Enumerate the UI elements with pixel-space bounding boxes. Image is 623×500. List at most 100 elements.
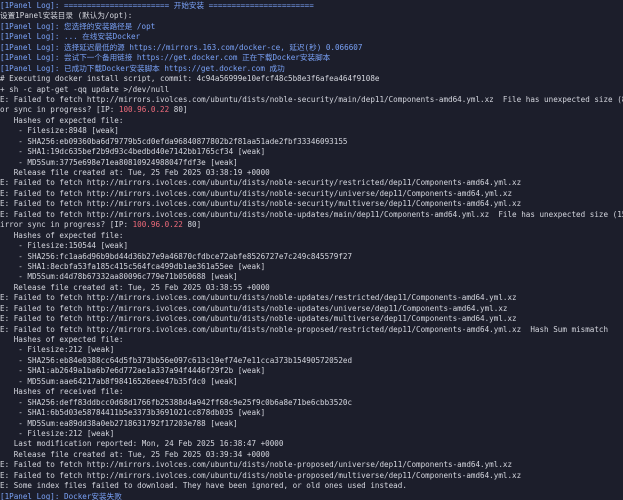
terminal-line: Release file created at: Tue, 25 Feb 202… bbox=[0, 168, 623, 178]
terminal-line: E: Failed to fetch http://mirrors.ivolce… bbox=[0, 199, 623, 209]
terminal-text: E: Failed to fetch http://mirrors.ivolce… bbox=[0, 94, 623, 104]
terminal-window[interactable]: [1Panel Log]: ======================= 开始… bbox=[0, 0, 623, 500]
terminal-text: - MD5Sum:3775e698e71ea80810924988047fdf3… bbox=[0, 157, 238, 167]
terminal-text: - Filesize:8948 [weak] bbox=[0, 126, 119, 136]
terminal-line: Hashes of received file: bbox=[0, 387, 623, 397]
terminal-text: - SHA1:ab2649a1ba6b7e6d772ae1a337a94f444… bbox=[0, 366, 266, 376]
terminal-text: E: Failed to fetch http://mirrors.ivolce… bbox=[0, 293, 517, 303]
terminal-line: - SHA256:fc1aa6d96b9bd44d36b27e9a46870cf… bbox=[0, 252, 623, 262]
terminal-text: E: Failed to fetch http://mirrors.ivolce… bbox=[0, 188, 513, 198]
terminal-line: [1Panel Log]: 尝试下一个备用链接 https://get.dock… bbox=[0, 53, 623, 63]
terminal-text: E: Failed to fetch http://mirrors.ivolce… bbox=[0, 178, 522, 188]
terminal-text: [1Panel Log]: 您选择的安装路径是 /opt bbox=[0, 21, 156, 31]
terminal-line: Last modification reported: Mon, 24 Feb … bbox=[0, 439, 623, 449]
terminal-line: - Filesize:212 [weak] bbox=[0, 345, 623, 355]
terminal-line: E: Failed to fetch http://mirrors.ivolce… bbox=[0, 95, 623, 105]
terminal-line: - SHA256:deff83ddbcc0d68d1766fb25388d4a9… bbox=[0, 398, 623, 408]
terminal-line: Hashes of expected file: bbox=[0, 335, 623, 345]
terminal-line: - MD5Sum:3775e698e71ea80810924988047fdf3… bbox=[0, 158, 623, 168]
terminal-text: - MD5Sum:ea89dd38a0eb2718631792f17203e78… bbox=[0, 418, 238, 428]
terminal-line: or sync in progress? [IP: 100.96.0.22 80… bbox=[0, 105, 623, 115]
terminal-line: Hashes of expected file: bbox=[0, 116, 623, 126]
terminal-text: 设置1Panel安装目录 (默认为/opt): bbox=[0, 11, 133, 21]
terminal-line: [1Panel Log]: Docker安装失败 bbox=[0, 492, 623, 500]
terminal-text: - SHA1:8ecbfa53fa185c415c564fca499db1ae3… bbox=[0, 261, 266, 271]
terminal-line: Hashes of expected file: bbox=[0, 231, 623, 241]
terminal-text: [1Panel Log]: ... 在线安装Docker bbox=[0, 32, 141, 42]
terminal-text: - SHA256:deff83ddbcc0d68d1766fb25388d4a9… bbox=[0, 397, 353, 407]
terminal-text: Release file created at: Tue, 25 Feb 202… bbox=[0, 282, 270, 292]
terminal-text: E: Failed to fetch http://mirrors.ivolce… bbox=[0, 470, 522, 480]
terminal-line: 设置1Panel安装目录 (默认为/opt): bbox=[0, 11, 623, 21]
terminal-text: E: Failed to fetch http://mirrors.ivolce… bbox=[0, 314, 517, 324]
terminal-text: irror sync in progress? [IP: bbox=[0, 220, 133, 230]
terminal-line: [1Panel Log]: 选择延迟最低的源 https://mirrors.1… bbox=[0, 43, 623, 53]
terminal-line: E: Failed to fetch http://mirrors.ivolce… bbox=[0, 293, 623, 303]
terminal-text: E: Failed to fetch http://mirrors.ivolce… bbox=[0, 324, 609, 334]
terminal-text: E: Failed to fetch http://mirrors.ivolce… bbox=[0, 209, 623, 219]
terminal-line: irror sync in progress? [IP: 100.96.0.22… bbox=[0, 220, 623, 230]
terminal-text: - Filesize:212 [weak] bbox=[0, 345, 115, 355]
terminal-text: - SHA256:eb09360ba6d79779b5cd0efda968408… bbox=[0, 136, 348, 146]
terminal-text: + sh -c apt-get -qq update >/dev/null bbox=[0, 84, 170, 94]
terminal-text: or sync in progress? [IP: bbox=[0, 105, 119, 115]
terminal-text: Release file created at: Tue, 25 Feb 202… bbox=[0, 168, 270, 177]
terminal-line: [1Panel Log]: 已成功下载Docker安装脚本 https://ge… bbox=[0, 64, 623, 74]
terminal-text: [1Panel Log]: 选择延迟最低的源 https://mirrors.1… bbox=[0, 42, 363, 52]
terminal-text: [1Panel Log]: 已成功下载Docker安装脚本 https://ge… bbox=[0, 63, 285, 73]
terminal-text: [1Panel Log]: ======================= 开始… bbox=[0, 1, 314, 10]
terminal-line: - Filesize:212 [weak] bbox=[0, 429, 623, 439]
terminal-line: E: Failed to fetch http://mirrors.ivolce… bbox=[0, 189, 623, 199]
terminal-line: - SHA1:19dc635bef2b9d93c4bedbd40e7142bb1… bbox=[0, 147, 623, 157]
terminal-line: - SHA256:eb84e0388cc64d5fb373bb56e097c61… bbox=[0, 356, 623, 366]
terminal-line: - SHA1:8ecbfa53fa185c415c564fca499db1ae3… bbox=[0, 262, 623, 272]
terminal-text: - Filesize:150544 [weak] bbox=[0, 241, 129, 251]
terminal-line: - SHA256:eb09360ba6d79779b5cd0efda968408… bbox=[0, 137, 623, 147]
terminal-line: E: Failed to fetch http://mirrors.ivolce… bbox=[0, 304, 623, 314]
terminal-line: E: Failed to fetch http://mirrors.ivolce… bbox=[0, 210, 623, 220]
terminal-text: Hashes of expected file: bbox=[0, 115, 124, 125]
terminal-text: E: Failed to fetch http://mirrors.ivolce… bbox=[0, 199, 522, 209]
terminal-text: - MD5Sum:aae64217ab8f98416526eee47b35fdc… bbox=[0, 376, 238, 386]
terminal-text: - SHA256:eb84e0388cc64d5fb373bb56e097c61… bbox=[0, 355, 353, 365]
terminal-text: Hashes of expected file: bbox=[0, 230, 124, 240]
terminal-line: - MD5Sum:aae64217ab8f98416526eee47b35fdc… bbox=[0, 377, 623, 387]
terminal-line: E: Failed to fetch http://mirrors.ivolce… bbox=[0, 471, 623, 481]
terminal-text: Hashes of received file: bbox=[0, 387, 124, 397]
terminal-text: [1Panel Log]: Docker安装失败 bbox=[0, 491, 122, 500]
terminal-line: E: Failed to fetch http://mirrors.ivolce… bbox=[0, 460, 623, 470]
terminal-text: # Executing docker install script, commi… bbox=[0, 74, 380, 84]
terminal-line: Release file created at: Tue, 25 Feb 202… bbox=[0, 450, 623, 460]
terminal-line: # Executing docker install script, commi… bbox=[0, 74, 623, 84]
terminal-text: Last modification reported: Mon, 24 Feb … bbox=[0, 439, 284, 449]
terminal-line: - SHA1:ab2649a1ba6b7e6d772ae1a337a94f444… bbox=[0, 366, 623, 376]
terminal-line: - SHA1:6b5d03e58784411b5e3373b3691021cc8… bbox=[0, 408, 623, 418]
terminal-text: E: Failed to fetch http://mirrors.ivolce… bbox=[0, 460, 513, 470]
terminal-line: E: Failed to fetch http://mirrors.ivolce… bbox=[0, 314, 623, 324]
terminal-text: E: Some index files failed to download. … bbox=[0, 481, 407, 491]
terminal-text: Release file created at: Tue, 25 Feb 202… bbox=[0, 449, 270, 459]
terminal-text: - MD5Sum:d4d78b67332aa80096c779e71b05068… bbox=[0, 272, 238, 282]
terminal-line: [1Panel Log]: ======================= 开始… bbox=[0, 1, 623, 11]
terminal-text: - SHA1:6b5d03e58784411b5e3373b3691021cc8… bbox=[0, 408, 266, 418]
terminal-line: - MD5Sum:ea89dd38a0eb2718631792f17203e78… bbox=[0, 419, 623, 429]
terminal-text: - SHA256:fc1aa6d96b9bd44d36b27e9a46870cf… bbox=[0, 251, 353, 261]
terminal-line: E: Failed to fetch http://mirrors.ivolce… bbox=[0, 178, 623, 188]
terminal-line: E: Some index files failed to download. … bbox=[0, 481, 623, 491]
terminal-line: - Filesize:8948 [weak] bbox=[0, 126, 623, 136]
terminal-line: [1Panel Log]: 您选择的安装路径是 /opt bbox=[0, 22, 623, 32]
terminal-text: - SHA1:19dc635bef2b9d93c4bedbd40e7142bb1… bbox=[0, 147, 266, 157]
terminal-text: [1Panel Log]: 尝试下一个备用链接 https://get.dock… bbox=[0, 53, 331, 63]
terminal-text: Hashes of expected file: bbox=[0, 335, 124, 344]
terminal-line: E: Failed to fetch http://mirrors.ivolce… bbox=[0, 325, 623, 335]
terminal-line: [1Panel Log]: ... 在线安装Docker bbox=[0, 32, 623, 42]
terminal-text: E: Failed to fetch http://mirrors.ivolce… bbox=[0, 303, 508, 313]
terminal-text: 80] bbox=[169, 105, 188, 115]
terminal-line: Release file created at: Tue, 25 Feb 202… bbox=[0, 283, 623, 293]
ip-address-highlight: 100.96.0.22 bbox=[132, 220, 183, 230]
ip-address-highlight: 100.96.0.22 bbox=[118, 105, 170, 115]
terminal-line: - Filesize:150544 [weak] bbox=[0, 241, 623, 251]
terminal-line: + sh -c apt-get -qq update >/dev/null bbox=[0, 85, 623, 95]
terminal-line: - MD5Sum:d4d78b67332aa80096c779e71b05068… bbox=[0, 272, 623, 282]
terminal-text: 80] bbox=[182, 220, 202, 230]
